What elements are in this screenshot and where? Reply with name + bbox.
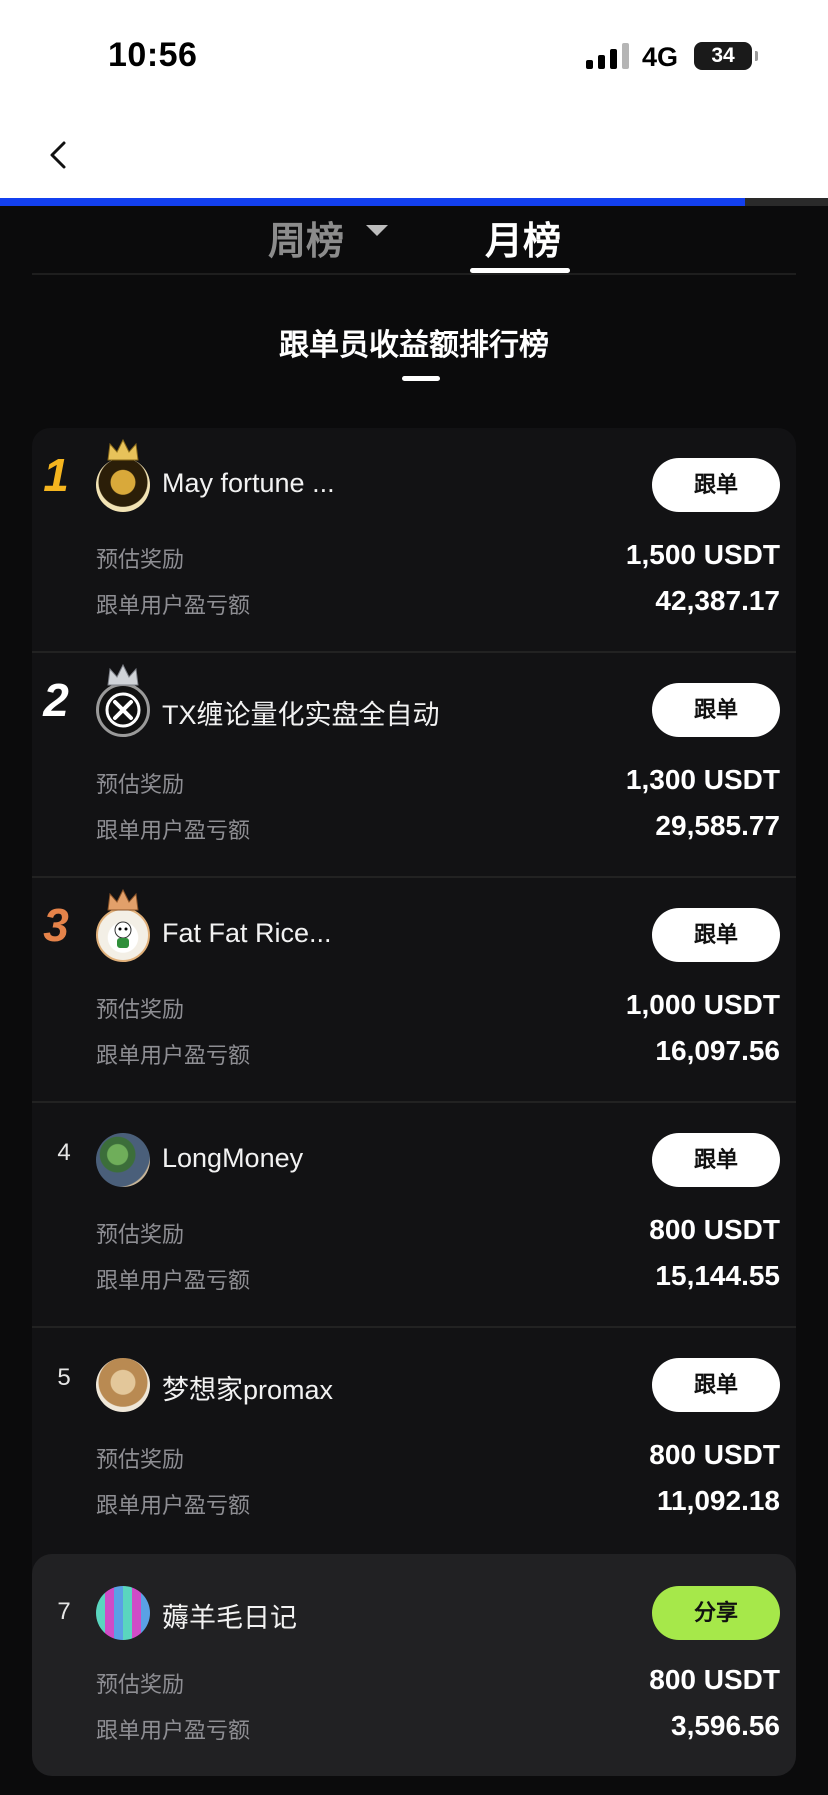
avatar[interactable]: [96, 438, 150, 512]
load-progress-bar: [0, 198, 828, 206]
pnl-value: 29,585.77: [655, 810, 780, 841]
avatar[interactable]: [96, 1586, 150, 1640]
pnl-label: 跟单用户盈亏额: [96, 593, 251, 618]
status-bar: 10:56 4G 34: [0, 0, 828, 112]
reward-value: 1,500 USDT: [625, 539, 780, 570]
battery-level: 34: [711, 44, 735, 67]
leaderboard-title: 跟单员收益额排行榜: [279, 329, 549, 362]
list-item: 5 梦想家promax 跟单 预估奖励 800 USDT 跟单用户盈亏额 11,…: [32, 1328, 796, 1553]
divider: [32, 273, 796, 275]
rank-number: 4: [57, 1139, 71, 1166]
caret-down-icon[interactable]: [366, 225, 388, 236]
pnl-value: 11,092.18: [656, 1485, 780, 1516]
crown-icon: [107, 888, 139, 911]
status-time: 10:56: [108, 36, 198, 74]
crown-icon: [107, 663, 139, 686]
rank-number: 7: [57, 1598, 71, 1625]
follow-button[interactable]: 跟单: [652, 908, 780, 962]
reward-label: 预估奖励: [96, 547, 185, 572]
rank-number: 2: [43, 674, 69, 726]
signal-icon: [586, 43, 630, 69]
follow-button[interactable]: 跟单: [652, 458, 780, 512]
rank-number: 5: [57, 1364, 71, 1391]
period-tabs: 周榜 月榜: [0, 206, 828, 276]
trader-name[interactable]: Fat Fat Rice...: [162, 918, 332, 949]
list-item: 2 TX缠论量化实盘全自动 跟单 预估奖励 1,300 USDT 跟单用户盈亏额…: [32, 653, 796, 878]
list-item: 1 May fortune ... 跟单 预估奖励 1,500 USDT 跟单用…: [32, 428, 796, 653]
avatar[interactable]: [96, 1133, 150, 1187]
list-item: 4 LongMoney 跟单 预估奖励 800 USDT 跟单用户盈亏额 15,…: [32, 1103, 796, 1328]
avatar[interactable]: [96, 663, 150, 737]
rank-number: 1: [43, 449, 69, 501]
duck-mascot-icon: [114, 921, 132, 948]
nav-bar: [0, 112, 828, 198]
reward-value: 800 USDT: [649, 1214, 780, 1245]
pnl-value: 3,596.56: [671, 1710, 780, 1741]
pnl-value: 16,097.56: [655, 1035, 780, 1066]
tab-monthly[interactable]: 月榜: [485, 210, 561, 265]
x-logo-icon: [105, 692, 141, 728]
reward-value: 1,300 USDT: [625, 764, 780, 795]
battery-icon: 34: [694, 42, 758, 70]
trader-name[interactable]: LongMoney: [162, 1143, 303, 1174]
pnl-label: 跟单用户盈亏额: [96, 818, 251, 843]
pnl-label: 跟单用户盈亏额: [96, 1268, 251, 1293]
reward-label: 预估奖励: [96, 772, 185, 797]
list-item: 3 Fat Fat Rice... 跟单 预估奖励 1,000 USDT 跟单用…: [32, 878, 796, 1103]
pnl-value: 15,144.55: [655, 1260, 780, 1291]
pnl-label: 跟单用户盈亏额: [96, 1043, 251, 1068]
pnl-value: 42,387.17: [655, 585, 780, 616]
title-underline: [402, 376, 440, 381]
tab-weekly[interactable]: 周榜: [268, 210, 344, 265]
my-rank-card: 7 薅羊毛日记 分享 预估奖励 800 USDT 跟单用户盈亏额 3,596.5…: [32, 1554, 796, 1776]
reward-value: 800 USDT: [649, 1664, 780, 1695]
follow-button[interactable]: 跟单: [652, 1358, 780, 1412]
reward-value: 1,000 USDT: [625, 989, 780, 1020]
crown-icon: [107, 438, 139, 461]
load-progress-fill: [0, 198, 746, 206]
trader-name[interactable]: TX缠论量化实盘全自动: [162, 693, 440, 732]
reward-label: 预估奖励: [96, 1672, 185, 1697]
reward-value: 800 USDT: [649, 1439, 780, 1470]
follow-button[interactable]: 跟单: [652, 1133, 780, 1187]
follow-button[interactable]: 跟单: [652, 683, 780, 737]
rank-number: 3: [43, 899, 69, 951]
back-arrow-icon[interactable]: [44, 140, 74, 170]
pnl-label: 跟单用户盈亏额: [96, 1493, 251, 1518]
avatar[interactable]: [96, 1358, 150, 1412]
reward-label: 预估奖励: [96, 1222, 185, 1247]
trader-name[interactable]: 薅羊毛日记: [162, 1596, 297, 1635]
pnl-label: 跟单用户盈亏额: [96, 1718, 251, 1743]
share-button[interactable]: 分享: [652, 1586, 780, 1640]
reward-label: 预估奖励: [96, 997, 185, 1022]
trader-name[interactable]: 梦想家promax: [162, 1368, 333, 1407]
reward-label: 预估奖励: [96, 1447, 185, 1472]
trader-name[interactable]: May fortune ...: [162, 468, 335, 499]
network-label: 4G: [642, 42, 679, 72]
avatar[interactable]: [96, 888, 150, 962]
